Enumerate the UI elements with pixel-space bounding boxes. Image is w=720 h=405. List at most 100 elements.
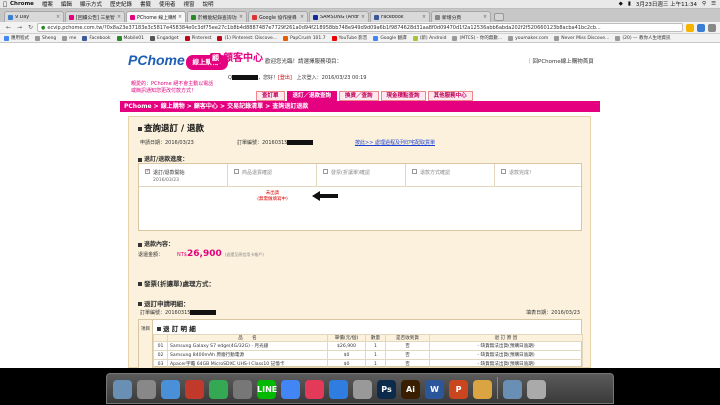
folder-icon[interactable]	[503, 380, 522, 399]
chrome-icon[interactable]	[281, 380, 300, 399]
menu-edit[interactable]: 編輯	[61, 0, 72, 8]
search-icon[interactable]: ⚲	[702, 1, 706, 7]
bookmark-item[interactable]: Never Miss Discove...	[554, 35, 609, 41]
bookmark-item[interactable]: (20) — 教你人生地資訊	[615, 35, 670, 41]
bookmark-item[interactable]: me	[62, 35, 76, 41]
close-icon[interactable]: ×	[117, 15, 121, 20]
apple-icon[interactable]: 	[0, 1, 10, 8]
line-icon[interactable]: LINE	[257, 380, 277, 399]
bookmark-item[interactable]: Google 翻譯	[373, 35, 407, 41]
browser-tab[interactable]: [回饋公告] 三星智慧顧客中心×	[65, 11, 125, 22]
close-icon[interactable]: ×	[483, 15, 487, 20]
bullet-icon	[138, 126, 142, 131]
bookmark-item[interactable]: (新) Android	[412, 35, 446, 41]
logout-link[interactable]: [登出]	[278, 75, 292, 81]
browser-tab[interactable]: 9 Day ×	[4, 11, 64, 22]
menu-app[interactable]: Chrome	[10, 1, 34, 7]
menu-icon[interactable]	[708, 23, 716, 32]
menu-view[interactable]: 顯示方式	[80, 0, 102, 8]
last-login: 上次登入：2016/03/23 00:19	[296, 75, 367, 81]
back-icon[interactable]: ←	[4, 23, 13, 32]
finder-icon[interactable]	[113, 380, 132, 399]
url-input[interactable]: ● ecvip.pchome.com.tw/?0x8a23e37183e3c581…	[37, 23, 683, 32]
bookmark-item[interactable]: Engadget	[150, 35, 179, 41]
safari-icon[interactable]	[161, 380, 180, 399]
apply-info: 訂單編號：20160315 填表日期：2016/03/23	[140, 310, 580, 316]
bookmark-item[interactable]: Pinterest	[184, 35, 211, 41]
browser-tab[interactable]: 於機能紀錄查詢功能 - Mobile01×	[187, 11, 247, 22]
browser-tab[interactable]: Facebook ×	[370, 11, 430, 22]
clock[interactable]: 3月23日週三 上午11:34	[636, 0, 697, 8]
tab-refund[interactable]: 退訂／退款查詢	[286, 91, 338, 101]
menu-people[interactable]: 使用者	[159, 0, 176, 8]
close-icon[interactable]: ×	[422, 15, 426, 20]
forward-icon[interactable]: →	[15, 23, 24, 32]
invoice-heading: 發票(折讓單)處理方式：	[138, 278, 215, 288]
powerpoint-icon[interactable]: P	[449, 380, 468, 399]
bookmark-icon	[452, 35, 458, 41]
menu-file[interactable]: 檔案	[42, 0, 53, 8]
browser-tab[interactable]: SAMSUNG (Android) - S...×	[309, 11, 369, 22]
bookmark-icon	[116, 35, 122, 41]
extension-icon[interactable]	[697, 23, 705, 32]
launchpad-icon[interactable]	[137, 380, 156, 399]
tab-other[interactable]: 其他服務中心	[427, 91, 473, 101]
battery-icon[interactable]: ▮	[628, 1, 631, 7]
browser-tab[interactable]: Google 協作搜尋 - Mobile01×	[248, 11, 308, 22]
menu-bookmarks[interactable]: 書籤	[140, 0, 151, 8]
list-icon[interactable]: ☰	[711, 1, 716, 7]
welcome-text: 歡迎您光臨！請選擇服務項目：	[265, 59, 343, 65]
breadcrumb[interactable]: PChome > 線上購物 > 顧客中心 > 交易記錄清單 > 查詢退訂退款	[120, 101, 600, 112]
chess-icon[interactable]	[473, 380, 492, 399]
browser-tab[interactable]: 新增分頁 ×	[431, 11, 491, 22]
appstore-icon[interactable]	[329, 380, 348, 399]
tab-points[interactable]: 現金積點查詢	[380, 91, 426, 101]
bookmark-item[interactable]: Mobile01	[116, 35, 144, 41]
bookmark-item[interactable]: (1) Pinterest: Discove...	[217, 35, 277, 41]
browser-tab-active[interactable]: PChome 線上購物 - 顧客中心×	[126, 11, 186, 22]
bookmark-item[interactable]: PapCrush 101.7	[283, 35, 326, 41]
bookmark-item[interactable]: Sheng	[35, 35, 56, 41]
bookmark-item[interactable]: Facebook	[82, 35, 111, 41]
preview-icon[interactable]	[233, 380, 252, 399]
menu-history[interactable]: 歷史紀錄	[110, 0, 132, 8]
music-icon[interactable]	[305, 380, 324, 399]
tab-orders[interactable]: 查訂單	[256, 91, 285, 101]
photoshop-icon[interactable]: Ps	[377, 380, 396, 399]
tab-strip: 9 Day× [回饋公告] 三星智慧顧客中心× PChome 線上購物 - 顧客…	[0, 9, 720, 22]
menu-help[interactable]: 說明	[203, 0, 214, 8]
new-tab-button[interactable]	[494, 13, 504, 21]
status-steps: ✓ 退訂/退款開始 2016/03/23 商品退貨確認 發票(折讓單)確認 退款方式…	[139, 164, 583, 187]
bookmark-item[interactable]: (MTCS) - 你的無數...	[452, 35, 502, 41]
close-icon[interactable]: ×	[300, 15, 304, 20]
page-title: 查詢退訂 / 退款	[138, 122, 204, 134]
reload-icon[interactable]: ↻	[26, 23, 35, 32]
settings-icon[interactable]	[353, 380, 372, 399]
bookmark-item[interactable]: YouTube 影音	[331, 35, 367, 41]
status-area: ◆ ▮ 3月23日週三 上午11:34 ⚲ ☰	[614, 0, 720, 8]
wifi-icon[interactable]: ◆	[619, 1, 623, 7]
calendar-icon[interactable]	[185, 380, 204, 399]
status-step: 退款方式確認	[406, 164, 495, 186]
process-help-link[interactable]: 按此>> 處理過程及列印宅配取貨單	[355, 140, 435, 146]
status-step: 發票(折讓單)確認	[317, 164, 406, 186]
address-bar: ← → ↻ ● ecvip.pchome.com.tw/?0x8a23e37183…	[0, 22, 720, 34]
illustrator-icon[interactable]: Ai	[401, 380, 420, 399]
word-icon[interactable]: W	[425, 380, 444, 399]
tab-exchange[interactable]: 換貨／查詢	[339, 91, 379, 101]
bookmarks-bar: 應用程式 Sheng me Facebook Mobile01 Engadget…	[0, 34, 720, 43]
trash-icon[interactable]	[527, 380, 546, 399]
back-home-link[interactable]: ｜回PChome線上購物首頁	[527, 57, 594, 65]
close-icon[interactable]: ×	[178, 15, 182, 20]
drive-icon[interactable]	[209, 380, 228, 399]
translate-icon	[373, 35, 379, 41]
detail-title: 退 訂 明 細	[157, 323, 196, 333]
close-icon[interactable]: ×	[239, 15, 243, 20]
star-icon[interactable]	[686, 23, 694, 32]
bookmark-item[interactable]: 應用程式	[4, 35, 29, 41]
close-icon[interactable]: ×	[361, 15, 365, 20]
close-icon[interactable]: ×	[56, 15, 60, 20]
tab-favicon	[252, 14, 257, 20]
menu-window[interactable]: 視窗	[184, 0, 195, 8]
bookmark-item[interactable]: youmaker.com	[508, 35, 548, 41]
